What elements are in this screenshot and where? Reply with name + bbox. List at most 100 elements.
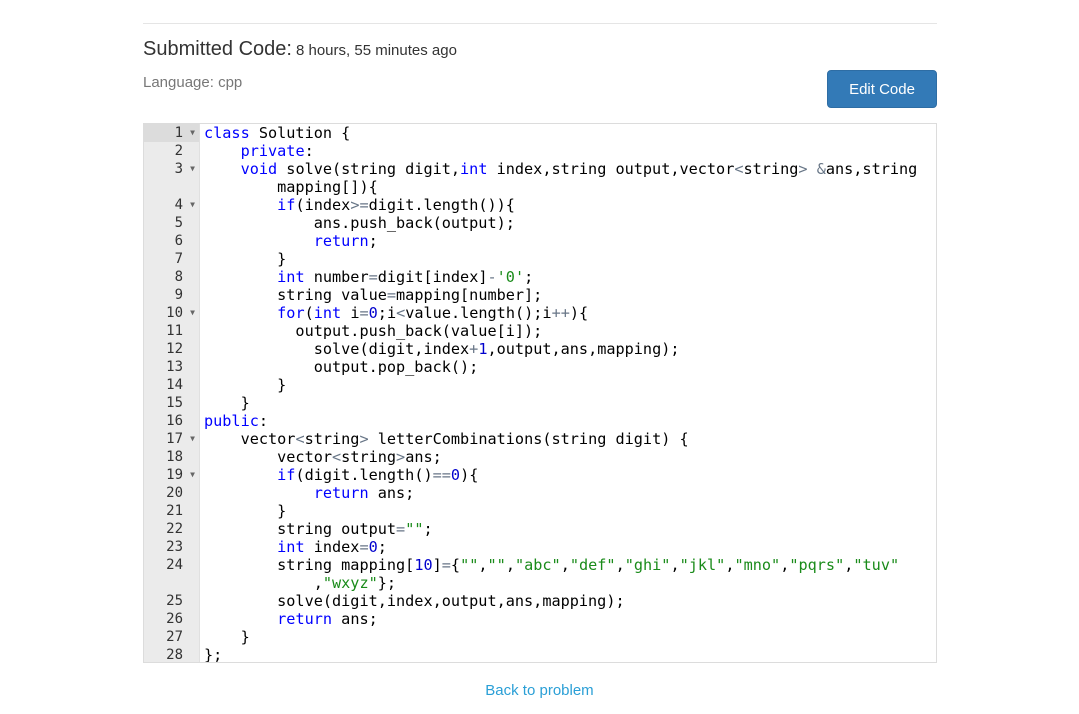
line-number-text: 15 [166, 395, 183, 411]
code-token: > [798, 160, 808, 178]
line-number-text: 27 [166, 629, 183, 645]
line-number-text: 3 [174, 161, 183, 177]
code-token: { [450, 556, 461, 574]
line-number: 21 [144, 502, 199, 520]
code-token: > [396, 448, 406, 466]
code-token: > [359, 430, 369, 448]
line-number-text: 20 [166, 485, 183, 501]
code-token: ; [524, 268, 534, 286]
code-token: string mapping[ [204, 556, 415, 574]
code-token: >= [350, 196, 369, 214]
code-line: } [204, 250, 936, 268]
code-line: if(digit.length()==0){ [204, 466, 936, 484]
line-number-text: 21 [166, 503, 183, 519]
code-token: "wxyz" [322, 574, 378, 592]
submission-page: Submitted Code: 8 hours, 55 minutes ago L… [0, 0, 1079, 714]
code-token: "" [460, 556, 479, 574]
code-token: public [204, 412, 259, 430]
submission-time: 8 hours, 55 minutes ago [295, 42, 457, 59]
line-number-text: 13 [166, 359, 183, 375]
code-token: ; [368, 232, 378, 250]
line-number: 6 [144, 232, 199, 250]
line-number-text: 28 [166, 647, 183, 663]
code-line: solve(digit,index,output,ans,mapping); [204, 592, 936, 610]
submitted-code-heading: Submitted Code: 8 hours, 55 minutes ago [143, 38, 457, 61]
code-line: solve(digit,index+1,output,ans,mapping); [204, 340, 936, 358]
code-token: 0 [368, 538, 378, 556]
code-token: & [816, 160, 826, 178]
back-to-problem-link[interactable]: Back to problem [0, 682, 1079, 699]
code-token: } [204, 394, 250, 412]
code-token: "def" [569, 556, 616, 574]
fold-arrow-icon[interactable]: ▼ [190, 304, 195, 322]
code-line: if(index>=digit.length()){ [204, 196, 936, 214]
line-number: 28 [144, 646, 199, 663]
code-token: vector [204, 430, 296, 448]
code-token: "abc" [514, 556, 561, 574]
code-token: string output [204, 520, 397, 538]
code-line: return ans; [204, 610, 936, 628]
fold-arrow-icon[interactable]: ▼ [190, 466, 195, 484]
code-token: , [615, 556, 625, 574]
code-token: i [341, 304, 360, 322]
code-line: }; [204, 646, 936, 662]
code-token: void [240, 160, 278, 178]
line-number [144, 574, 199, 592]
code-line: ans.push_back(output); [204, 214, 936, 232]
line-number-text: 12 [166, 341, 183, 357]
code-line: string mapping[10]={"","","abc","def","g… [204, 556, 936, 574]
line-number: 20 [144, 484, 199, 502]
line-number [144, 178, 199, 196]
line-number-text: 24 [166, 557, 183, 573]
code-token: 0 [368, 304, 378, 322]
code-editor[interactable]: 1 ▼ 2 3 ▼ 4 ▼ 5 6 7 8 9 10 ▼ 11 12 13 14 15 16 17 ▼ 18 19 ▼ 20 21 2… [143, 123, 937, 663]
line-number-text: 7 [174, 251, 183, 267]
code-token: vector [204, 448, 333, 466]
code-area[interactable]: class Solution { private: void solve(str… [204, 124, 936, 662]
code-token: ans; [332, 610, 378, 628]
code-token: int [277, 538, 305, 556]
code-token: = [386, 286, 397, 304]
line-number-text: 1 [174, 125, 183, 141]
code-token: return [277, 610, 333, 628]
line-number: 18 [144, 448, 199, 466]
code-token: ans; [405, 448, 442, 466]
code-token: output.push_back(value[i]); [204, 322, 543, 340]
line-number-text: 17 [166, 431, 183, 447]
code-token: return [313, 232, 369, 250]
code-token: < [396, 304, 406, 322]
line-number-text: 16 [166, 413, 183, 429]
code-token: < [295, 430, 305, 448]
fold-arrow-icon[interactable]: ▼ [190, 430, 195, 448]
code-line: void solve(string digit,int index,string… [204, 160, 936, 178]
code-token: , [670, 556, 680, 574]
code-line: } [204, 502, 936, 520]
code-line: } [204, 628, 936, 646]
fold-arrow-icon[interactable]: ▼ [190, 124, 195, 142]
line-number: 12 [144, 340, 199, 358]
code-token: - [487, 268, 497, 286]
line-number: 25 [144, 592, 199, 610]
heading-label: Submitted Code: [143, 38, 292, 60]
code-token: ++ [551, 304, 570, 322]
code-line: ,"wxyz"}; [204, 574, 936, 592]
fold-arrow-icon[interactable]: ▼ [190, 160, 195, 178]
code-token: "ghi" [624, 556, 671, 574]
edit-code-button[interactable]: Edit Code [827, 70, 937, 108]
code-line: for(int i=0;i<value.length();i++){ [204, 304, 936, 322]
code-line: private: [204, 142, 936, 160]
language-label: Language: cpp [143, 74, 243, 91]
fold-arrow-icon[interactable]: ▼ [190, 196, 195, 214]
code-token: "tuv" [853, 556, 900, 574]
code-token: if [277, 466, 296, 484]
code-token: } [204, 628, 250, 646]
line-number-text: 23 [166, 539, 183, 555]
code-token: "" [487, 556, 506, 574]
code-token: "pqrs" [789, 556, 845, 574]
